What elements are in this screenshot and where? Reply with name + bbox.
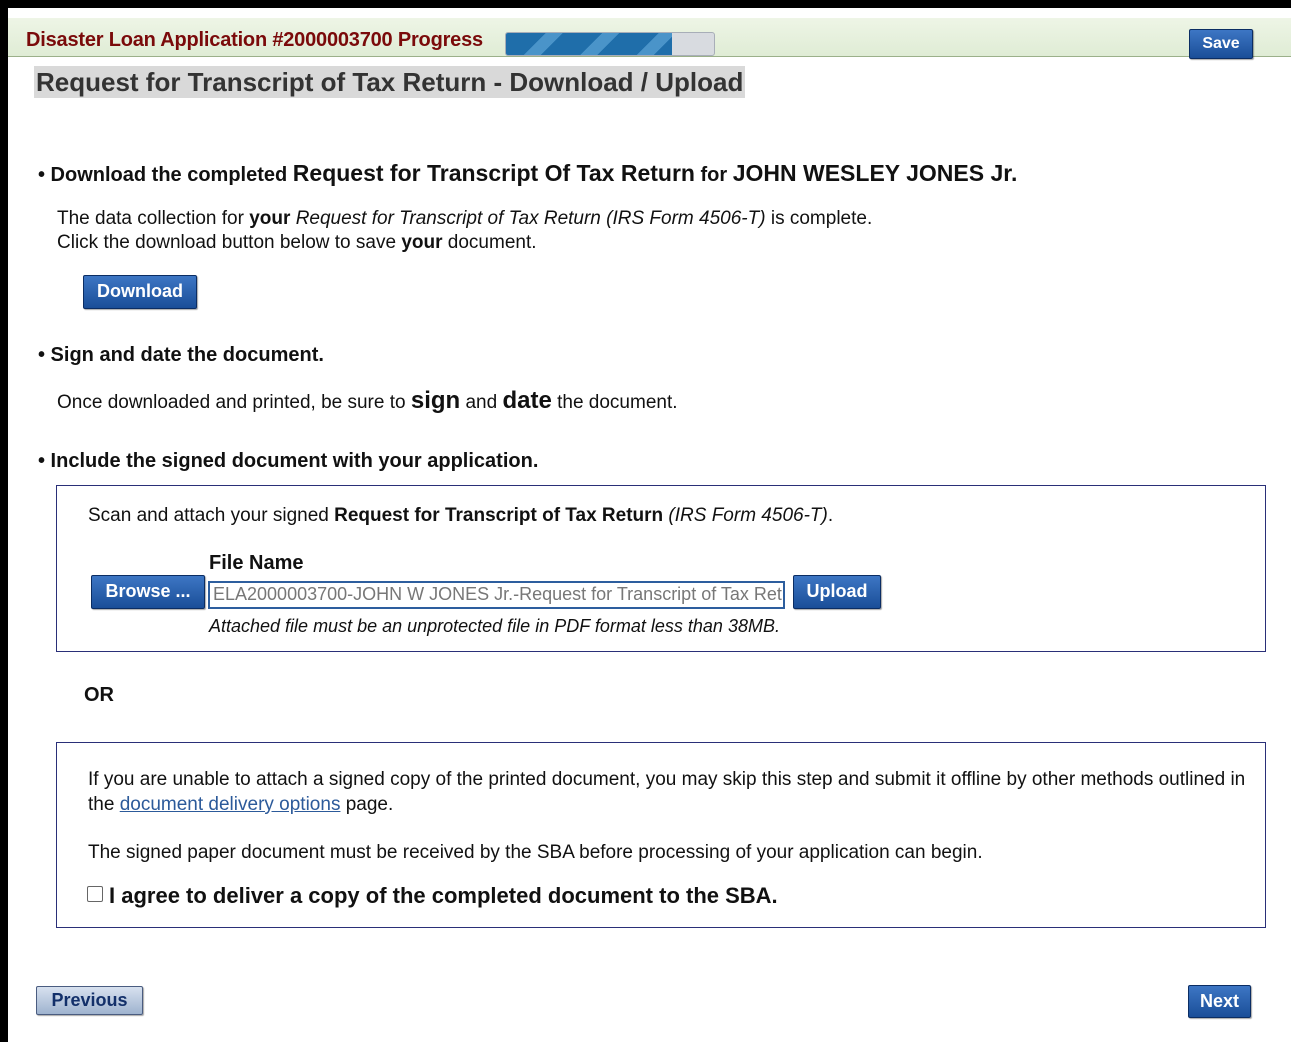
file-requirements-hint: Attached file must be an unprotected fil… (209, 616, 780, 636)
offline-instructions: If you are unable to attach a signed cop… (88, 767, 1258, 817)
text-segment: your (249, 208, 291, 229)
step-include-heading: • Include the signed document with your … (38, 450, 539, 472)
date-emphasis: date (502, 387, 552, 414)
text-segment: Request for Transcript of Tax Return (334, 505, 664, 526)
progress-fill (506, 33, 673, 55)
file-name-input[interactable]: ELA2000003700-JOHN W JONES Jr.-Request f… (208, 581, 785, 609)
download-button[interactable]: Download (83, 275, 197, 309)
step-sign-heading: • Sign and date the document. (38, 344, 324, 366)
text-segment: the document. (551, 392, 678, 413)
text-segment: Scan and attach your signed (88, 505, 335, 526)
document-name: Request for Transcript Of Tax Return (292, 160, 695, 186)
for-text: for (694, 164, 733, 186)
browse-button[interactable]: Browse ... (91, 575, 205, 609)
header-bar: Disaster Loan Application #2000003700 Pr… (8, 18, 1291, 59)
text-segment: Request for Transcript of Tax Return (IR… (295, 208, 766, 229)
step-prefix: • Download the completed (38, 164, 293, 186)
agree-checkbox[interactable] (87, 886, 103, 902)
agree-row: I agree to deliver a copy of the complet… (87, 883, 778, 909)
text-segment: is complete. (765, 208, 873, 229)
processing-notice: The signed paper document must be receiv… (88, 842, 983, 863)
text-segment: and (460, 392, 503, 413)
page-title: Request for Transcript of Tax Return - D… (34, 66, 746, 98)
application-title: Disaster Loan Application #2000003700 Pr… (26, 29, 483, 51)
file-name-label: File Name (209, 552, 304, 574)
or-separator: OR (84, 684, 114, 706)
upload-panel: Scan and attach your signed Request for … (56, 485, 1266, 652)
text-segment: page. (340, 794, 394, 815)
document-delivery-options-link[interactable]: document delivery options (120, 794, 341, 815)
text-segment: Click the download button below to save (57, 232, 402, 253)
text-segment: (IRS Form 4506-T) (668, 505, 828, 526)
text-segment: The data collection for (57, 208, 250, 229)
text-segment: your (401, 232, 443, 253)
previous-button[interactable]: Previous (36, 986, 143, 1015)
agree-label[interactable]: I agree to deliver a copy of the complet… (109, 883, 778, 908)
sign-instructions: Once downloaded and printed, be sure to … (57, 388, 678, 415)
upload-button[interactable]: Upload (793, 575, 881, 609)
download-instructions: Click the download button below to save … (57, 230, 537, 255)
sign-emphasis: sign (410, 387, 461, 414)
next-button[interactable]: Next (1188, 985, 1251, 1018)
text-segment: . (827, 505, 834, 526)
step-download-heading: • Download the completed Request for Tra… (38, 160, 1017, 187)
collection-complete-text: The data collection for your Request for… (57, 206, 872, 231)
progress-bar (505, 32, 715, 56)
scan-attach-text: Scan and attach your signed Request for … (88, 503, 833, 528)
text-segment: Once downloaded and printed, be sure to (57, 392, 411, 413)
offline-delivery-panel: If you are unable to attach a signed cop… (56, 742, 1266, 928)
text-segment: document. (442, 232, 537, 253)
page: Disaster Loan Application #2000003700 Pr… (8, 8, 1291, 1042)
applicant-name: JOHN WESLEY JONES Jr. (732, 160, 1018, 186)
save-button[interactable]: Save (1189, 29, 1253, 59)
